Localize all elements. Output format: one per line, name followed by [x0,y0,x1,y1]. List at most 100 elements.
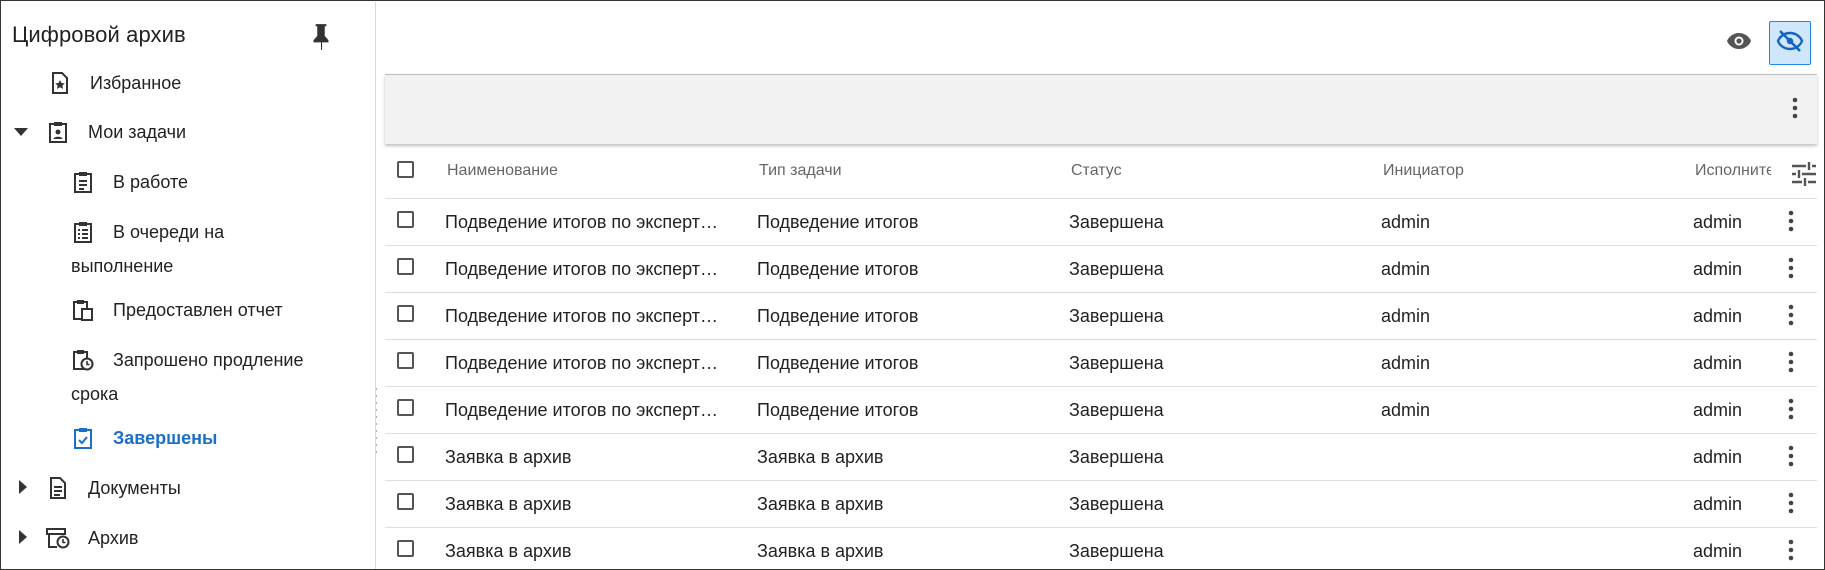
top-bar [377,2,1824,74]
cell-type: Подведение итогов [757,212,919,232]
cell-name: Подведение итогов по экспертизе [445,353,727,373]
sidebar-item-label: В очереди на выполнение [71,222,225,276]
column-header-initiator[interactable]: Инициатор [1383,162,1464,180]
row-more-button[interactable] [1781,208,1801,238]
sidebar-item-label: Документы [88,477,181,498]
cell-status: Завершена [1069,306,1164,326]
sidebar-item-label: Избранное [90,72,182,93]
table-row[interactable]: Подведение итогов по экспертизе Подведени… [385,340,1817,387]
row-checkbox[interactable] [397,258,414,275]
hide-toggle-button[interactable] [1769,21,1811,65]
more-vertical-icon [1788,539,1794,566]
chevron-right-icon[interactable] [16,530,30,544]
cell-name: Заявка в архив [445,541,572,561]
sidebar-item-label: Предоставлен отчет [113,299,283,320]
more-vertical-icon [1788,492,1794,519]
column-header-type[interactable]: Тип задачи [759,162,842,180]
row-more-button[interactable] [1781,349,1801,379]
cell-initiator: admin [1381,259,1431,279]
sidebar-item-archive[interactable]: Архив [14,526,138,550]
column-header-status[interactable]: Статус [1071,162,1122,180]
cell-type: Подведение итогов [757,259,919,279]
cell-initiator: admin [1381,353,1431,373]
sidebar-item-favorites[interactable]: Избранное [48,71,181,95]
cell-initiator: admin [1381,400,1431,420]
row-more-button[interactable] [1781,255,1801,285]
row-checkbox[interactable] [397,352,414,369]
table-row[interactable]: Подведение итогов по экспертизе Подведени… [385,387,1817,434]
clipboard-check-icon [71,426,95,450]
cell-type: Заявка в архив [757,541,884,561]
row-checkbox[interactable] [397,493,414,510]
more-vertical-icon [1788,445,1794,472]
more-vertical-icon [1788,351,1794,378]
row-checkbox[interactable] [397,211,414,228]
table-toolbar [385,74,1817,144]
table-row[interactable]: Подведение итогов по экспертизе Подведени… [385,199,1817,246]
table-row[interactable]: Подведение итогов по экспертизе Подведени… [385,246,1817,293]
more-vertical-icon [1788,304,1794,331]
row-checkbox[interactable] [397,399,414,416]
cell-executor: admin [1693,400,1741,420]
more-vertical-icon [1788,257,1794,284]
cell-type: Заявка в архив [757,447,884,467]
cell-name: Подведение итогов по экспертизе [445,212,727,232]
document-icon [46,476,70,500]
cell-type: Заявка в архив [757,494,884,514]
cell-status: Завершена [1069,494,1164,514]
cell-initiator: admin [1381,212,1431,232]
sidebar-item-label: Запрошено продление срока [71,350,304,404]
column-header-name[interactable]: Наименование [447,162,558,180]
cell-executor: admin [1693,541,1741,561]
cell-status: Завершена [1069,212,1164,232]
row-more-button[interactable] [1781,537,1801,567]
sidebar-item-in-progress[interactable]: В работе [71,170,188,194]
eye-off-icon [1776,29,1804,58]
row-more-button[interactable] [1781,443,1801,473]
row-more-button[interactable] [1781,490,1801,520]
select-all-checkbox[interactable] [397,161,414,178]
toolbar-more-button[interactable] [1785,95,1805,125]
sidebar-item-my-tasks[interactable]: Мои задачи [14,120,186,144]
show-button[interactable] [1722,28,1756,58]
sidebar: Цифровой архив Избранное Мои задачи В ра… [2,2,384,569]
table-row[interactable]: Заявка в архив Заявка в архив Завершена adm… [385,481,1817,528]
cell-status: Завершена [1069,541,1164,561]
cell-executor: admin [1693,494,1741,514]
table-row[interactable]: Подведение итогов по экспертизе Подведени… [385,293,1817,340]
row-checkbox[interactable] [397,540,414,557]
sidebar-item-completed[interactable]: Завершены [71,426,217,450]
table-row[interactable]: Заявка в архив Заявка в архив Завершена adm… [385,434,1817,481]
cell-executor: admin [1693,259,1741,279]
main-panel: Наименование Тип задачи Статус Инициатор… [377,2,1824,569]
tune-icon[interactable] [1789,160,1819,188]
chevron-down-icon[interactable] [14,125,28,139]
sidebar-item-report-provided[interactable]: Предоставлен отчет [71,298,283,322]
cell-status: Завершена [1069,447,1164,467]
row-checkbox[interactable] [397,446,414,463]
cell-type: Подведение итогов [757,306,919,326]
app-window: Цифровой архив Избранное Мои задачи В ра… [0,0,1825,570]
sidebar-item-documents[interactable]: Документы [14,476,181,500]
column-header-executor[interactable]: Исполнитель [1695,162,1771,180]
pin-icon[interactable] [308,22,334,52]
table-row[interactable]: Заявка в архив Заявка в архив Завершена adm… [385,528,1817,569]
sidebar-item-label: Архив [88,527,139,548]
row-checkbox[interactable] [397,305,414,322]
cell-type: Подведение итогов [757,353,919,373]
cell-name: Подведение итогов по экспертизе [445,259,727,279]
cell-executor: admin [1693,353,1741,373]
row-more-button[interactable] [1781,396,1801,426]
eye-icon [1726,32,1752,55]
chevron-right-icon[interactable] [16,480,30,494]
cell-name: Подведение итогов по экспертизе [445,306,727,326]
sidebar-item-label: Мои задачи [88,121,187,142]
cell-name: Заявка в архив [445,494,572,514]
table-body: Подведение итогов по экспертизе Подведени… [385,199,1817,569]
cell-status: Завершена [1069,353,1164,373]
star-document-icon [48,71,72,95]
table-header: Наименование Тип задачи Статус Инициатор… [385,148,1819,199]
row-more-button[interactable] [1781,302,1801,332]
more-vertical-icon [1792,97,1798,124]
cell-status: Завершена [1069,400,1164,420]
